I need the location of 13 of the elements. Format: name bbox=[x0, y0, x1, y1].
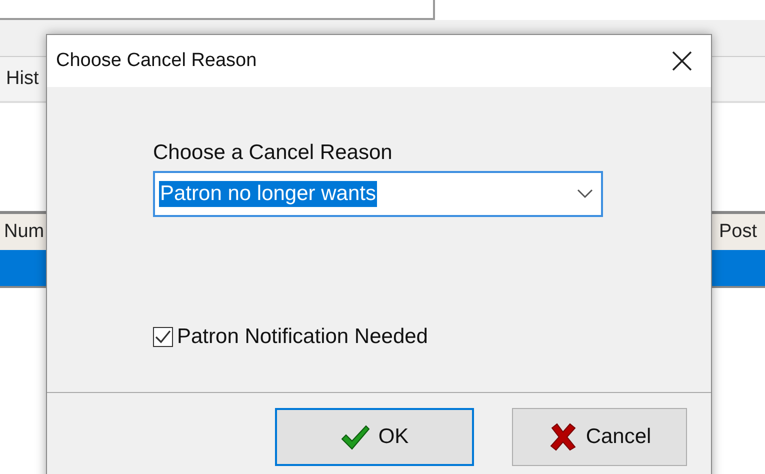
x-icon bbox=[548, 422, 578, 452]
cancel-button[interactable]: Cancel bbox=[512, 408, 687, 466]
column-header: Post bbox=[718, 221, 757, 243]
field-label: Choose a Cancel Reason bbox=[153, 141, 394, 165]
ok-button[interactable]: OK bbox=[275, 408, 474, 466]
checkbox-label[interactable]: Patron Notification Needed bbox=[177, 325, 428, 349]
window-title: Choose Cancel Reason bbox=[56, 50, 257, 72]
checkbox[interactable] bbox=[153, 327, 173, 347]
chevron-down-icon bbox=[577, 189, 593, 199]
tab-label[interactable]: Hist bbox=[6, 68, 39, 90]
close-icon[interactable] bbox=[671, 50, 693, 72]
column-header: Num bbox=[4, 221, 44, 243]
reason-dropdown[interactable]: Patron no longer wants bbox=[153, 171, 603, 217]
